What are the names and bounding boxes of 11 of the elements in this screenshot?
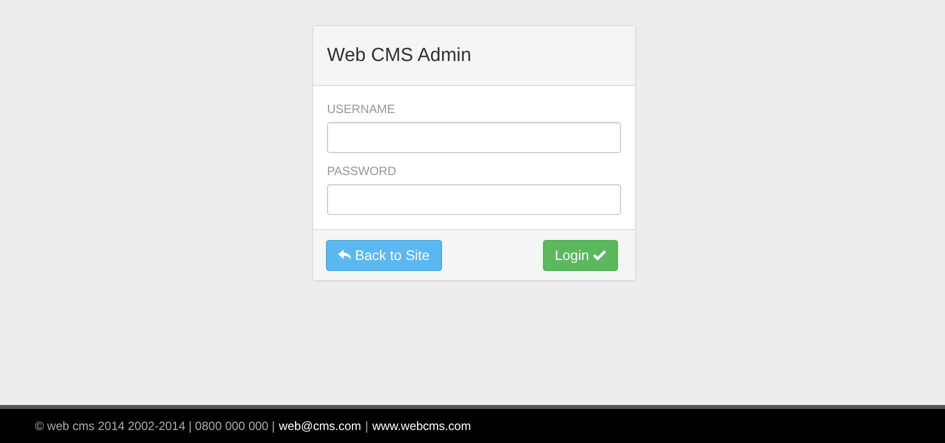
email-link[interactable]: web@cms.com xyxy=(278,419,362,433)
website-link[interactable]: www.webcms.com xyxy=(372,419,471,433)
footer-copyright-text: © web cms 2014 2002-2014 | 0800 000 000 | xyxy=(35,419,275,433)
input-field[interactable] xyxy=(327,184,621,215)
footer-separator: | xyxy=(365,419,368,433)
field-label: USERNAME xyxy=(327,102,396,116)
panel-title: Web CMS Admin xyxy=(327,44,472,66)
field-label: PASSWORD xyxy=(327,164,398,178)
input-field[interactable] xyxy=(327,122,621,153)
reply-arrow-icon xyxy=(338,249,351,261)
checkmark-icon xyxy=(593,249,606,261)
